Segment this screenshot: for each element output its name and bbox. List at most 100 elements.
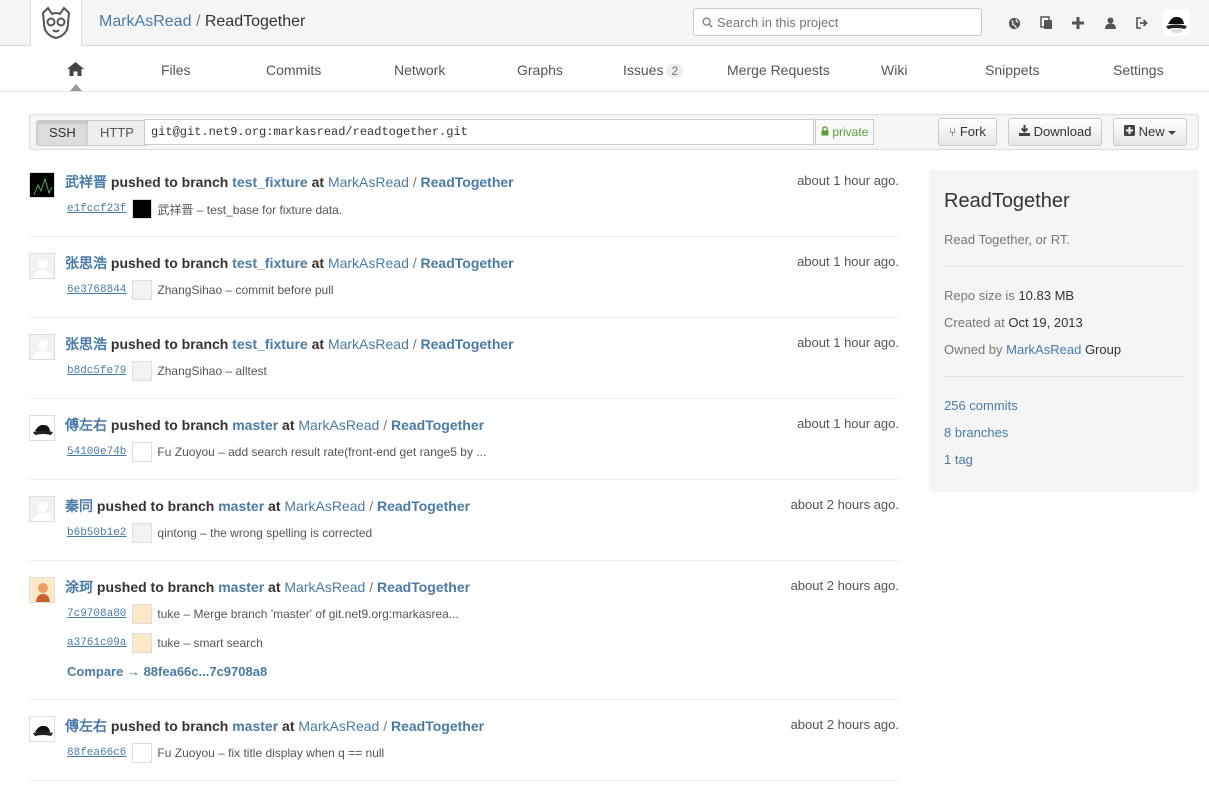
tab-settings[interactable]: Settings	[1113, 62, 1164, 78]
avatar[interactable]	[29, 334, 55, 360]
avatar[interactable]	[29, 716, 55, 742]
event-at: at	[311, 255, 325, 271]
avatar[interactable]	[29, 172, 55, 198]
event-item: 傅左右 pushed to branch master at MarkAsRea…	[29, 715, 899, 781]
snippets-icon[interactable]	[1030, 13, 1062, 33]
top-header: MarkAsRead / ReadTogether	[0, 0, 1209, 46]
event-user[interactable]: 张思浩	[65, 336, 107, 352]
visibility-label: private	[832, 125, 869, 139]
avatar[interactable]	[29, 415, 55, 441]
event-separator: /	[369, 498, 374, 514]
event-separator: /	[383, 718, 388, 734]
event-branch[interactable]: master	[232, 417, 278, 433]
commit-message: tuke – smart search	[157, 636, 263, 650]
event-project[interactable]: ReadTogether	[377, 498, 470, 514]
tab-network[interactable]: Network	[394, 62, 445, 78]
event-namespace[interactable]: MarkAsRead	[328, 174, 409, 190]
search-input[interactable]	[717, 14, 967, 30]
event-branch[interactable]: master	[218, 579, 264, 595]
caret-down-icon	[1168, 130, 1177, 135]
breadcrumb: MarkAsRead / ReadTogether	[99, 13, 305, 31]
tab-issues[interactable]: Issues 2	[623, 62, 684, 78]
event-namespace[interactable]: MarkAsRead	[284, 498, 365, 514]
new-dropdown-button[interactable]: New	[1113, 118, 1188, 146]
compare-link[interactable]: Compare → 88fea66c...7c9708a8	[67, 664, 267, 679]
commit-author-avatar	[132, 280, 153, 300]
commit-sha[interactable]: 6e3768844	[67, 284, 126, 296]
tab-commits[interactable]: Commits	[266, 62, 321, 78]
event-at: at	[311, 174, 325, 190]
avatar[interactable]	[29, 496, 55, 522]
commit-message: 武祥晋 – test_base for fixture data.	[157, 202, 343, 217]
namespace-link[interactable]: MarkAsRead	[99, 13, 191, 30]
clone-url-input[interactable]: git@git.net9.org:markasread/readtogether…	[144, 119, 814, 145]
event-project[interactable]: ReadTogether	[391, 417, 484, 433]
tab-merge-requests[interactable]: Merge Requests	[727, 62, 830, 78]
commit-author-avatar	[132, 604, 153, 624]
event-branch[interactable]: test_fixture	[232, 174, 307, 190]
avatar[interactable]	[29, 577, 55, 603]
commit-author-avatar	[132, 743, 153, 763]
branches-link[interactable]: 8 branches	[944, 425, 1008, 440]
divider	[944, 376, 1184, 377]
commit-sha[interactable]: e1fccf23f	[67, 203, 126, 215]
user-icon[interactable]	[1094, 13, 1126, 33]
commit-sha[interactable]: b6b50b1e2	[67, 527, 126, 539]
event-user[interactable]: 秦同	[65, 498, 93, 514]
gitlab-logo[interactable]	[30, 0, 82, 46]
commit-row: a3761c09a tuke – smart search	[67, 633, 263, 653]
home-icon[interactable]	[66, 61, 85, 80]
fork-button[interactable]: ⑂ Fork	[938, 118, 997, 146]
event-project[interactable]: ReadTogether	[391, 718, 484, 734]
event-user[interactable]: 傅左右	[65, 718, 107, 734]
owner-link[interactable]: MarkAsRead	[1006, 342, 1081, 357]
user-avatar[interactable]	[1163, 9, 1190, 36]
event-namespace[interactable]: MarkAsRead	[328, 255, 409, 271]
event-user[interactable]: 武祥晋	[65, 174, 107, 190]
ssh-button[interactable]: SSH	[36, 120, 89, 146]
tab-graphs[interactable]: Graphs	[517, 62, 563, 78]
http-button[interactable]: HTTP	[88, 120, 147, 146]
event-project[interactable]: ReadTogether	[421, 174, 514, 190]
event-project[interactable]: ReadTogether	[377, 579, 470, 595]
commit-sha[interactable]: 7c9708a80	[67, 608, 126, 620]
repo-size: Repo size is 10.83 MB	[944, 288, 1074, 303]
logout-icon[interactable]	[1126, 13, 1158, 33]
divider	[944, 266, 1184, 267]
created-value: Oct 19, 2013	[1008, 315, 1083, 330]
tab-snippets[interactable]: Snippets	[985, 62, 1039, 78]
event-branch[interactable]: test_fixture	[232, 255, 307, 271]
event-namespace[interactable]: MarkAsRead	[284, 579, 365, 595]
event-namespace[interactable]: MarkAsRead	[298, 718, 379, 734]
download-button[interactable]: Download	[1008, 118, 1103, 146]
event-separator: /	[369, 579, 374, 595]
commit-sha[interactable]: 54100e74b	[67, 446, 126, 458]
event-project[interactable]: ReadTogether	[421, 255, 514, 271]
event-project[interactable]: ReadTogether	[421, 336, 514, 352]
commit-sha[interactable]: a3761c09a	[67, 637, 126, 649]
event-branch[interactable]: test_fixture	[232, 336, 307, 352]
event-branch[interactable]: master	[218, 498, 264, 514]
globe-icon[interactable]	[998, 13, 1030, 33]
plus-icon[interactable]	[1062, 13, 1094, 33]
tab-wiki[interactable]: Wiki	[881, 62, 907, 78]
event-user[interactable]: 涂珂	[65, 579, 93, 595]
project-name[interactable]: ReadTogether	[205, 13, 306, 30]
event-time: about 2 hours ago.	[790, 717, 899, 732]
repo-size-value: 10.83 MB	[1018, 288, 1075, 303]
event-branch[interactable]: master	[232, 718, 278, 734]
fork-icon: ⑂	[949, 125, 957, 139]
search-box[interactable]	[693, 8, 982, 36]
commit-message: ZhangSihao – commit before pull	[157, 283, 334, 297]
tags-link[interactable]: 1 tag	[944, 452, 973, 467]
event-user[interactable]: 傅左右	[65, 417, 107, 433]
event-user[interactable]: 张思浩	[65, 255, 107, 271]
commit-sha[interactable]: b8dc5fe79	[67, 365, 126, 377]
event-time: about 1 hour ago.	[797, 173, 899, 188]
event-namespace[interactable]: MarkAsRead	[328, 336, 409, 352]
commits-link[interactable]: 256 commits	[944, 398, 1018, 413]
event-namespace[interactable]: MarkAsRead	[298, 417, 379, 433]
avatar[interactable]	[29, 253, 55, 279]
tab-files[interactable]: Files	[161, 62, 191, 78]
commit-sha[interactable]: 88fea66c6	[67, 747, 126, 759]
